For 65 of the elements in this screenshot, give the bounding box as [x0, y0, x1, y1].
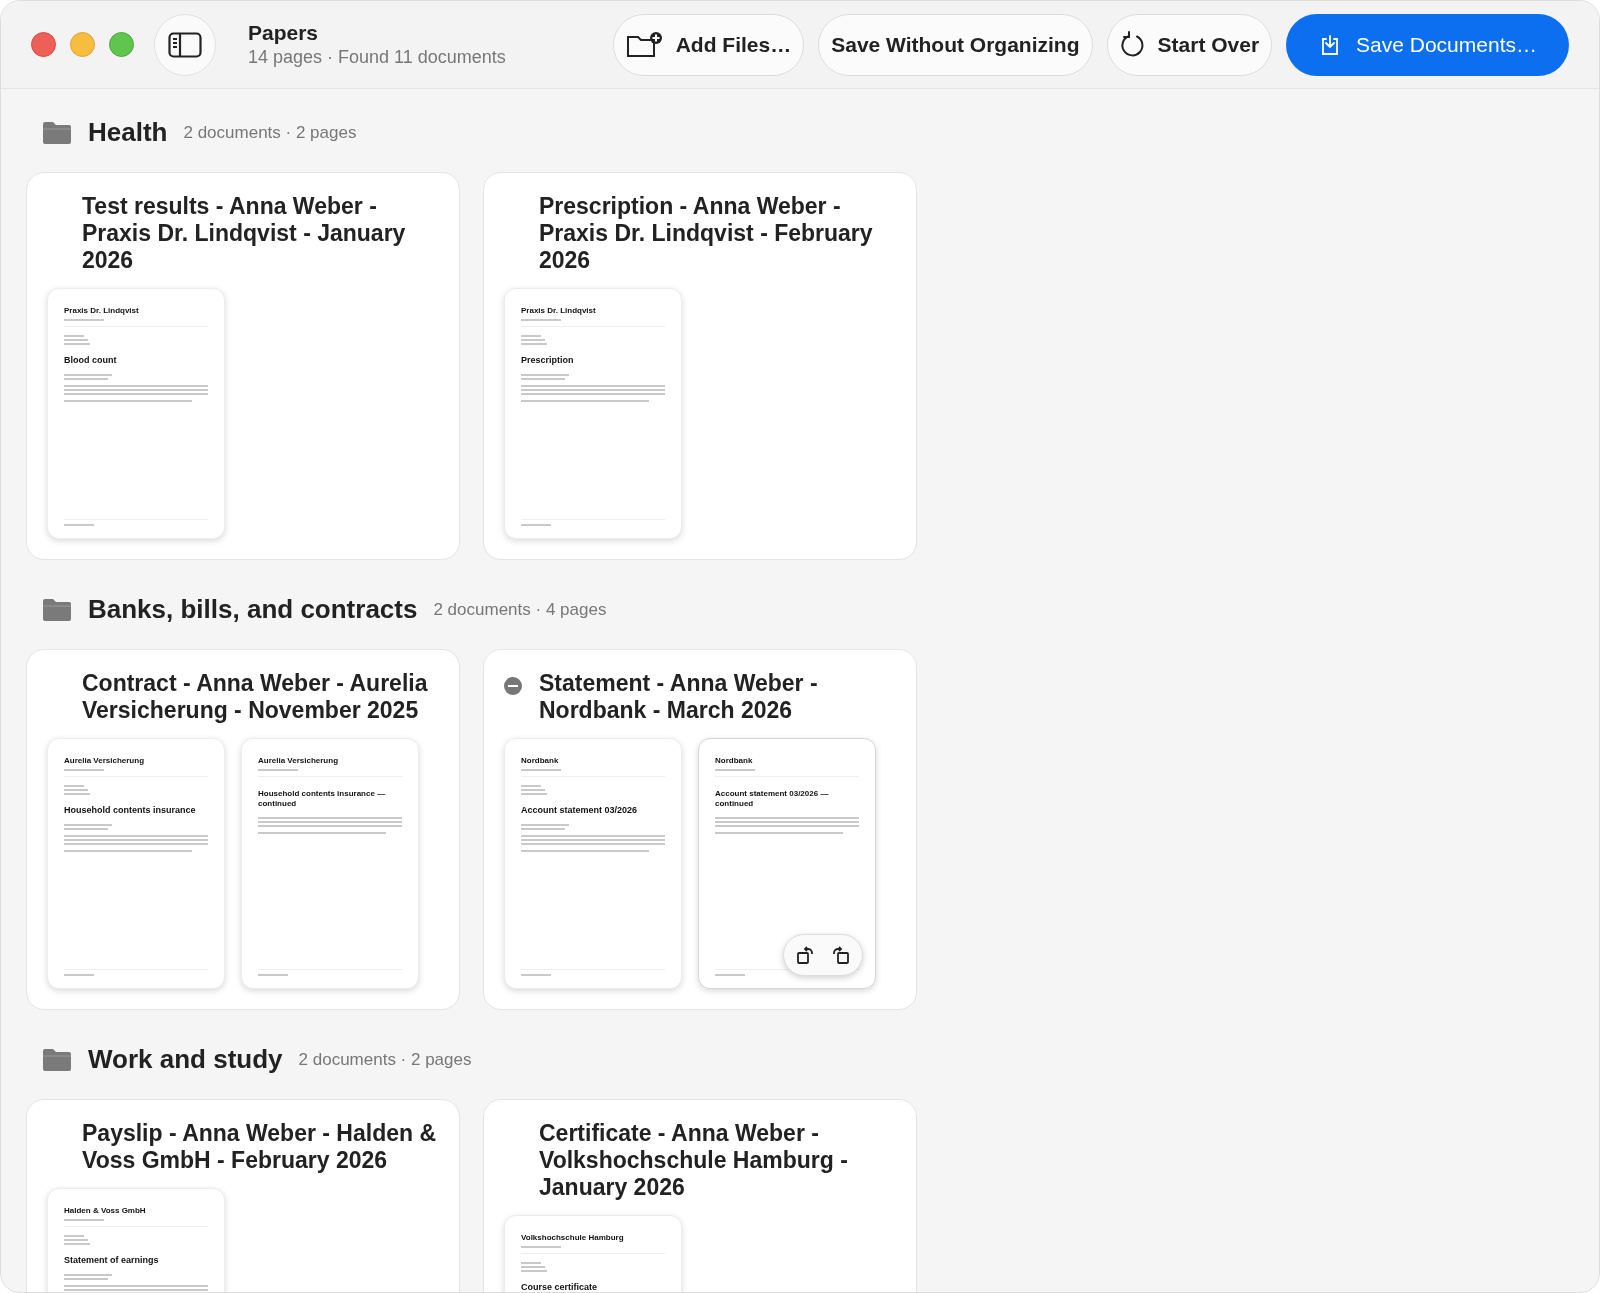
window-subtitle: 14 pages · Found 11 documents [248, 46, 506, 69]
page-thumbnail[interactable]: Praxis Dr. Lindqvist Prescription [504, 288, 682, 539]
document-card[interactable]: Statement - Anna Weber - Nordbank - March 2026 Nordbank Account statement 03/2026 Nordbank Account statement 03/2026 — continued [483, 649, 917, 1010]
document-card[interactable]: Certificate - Anna Weber - Volkshochschule Hamburg - January 2026 Volkshochschule Hamburg Course certificate [483, 1099, 917, 1292]
section-title: Work and study [88, 1043, 283, 1076]
document-title: Prescription - Anna Weber - Praxis Dr. Lindqvist - February 2026 [539, 193, 874, 274]
letterhead-text: Praxis Dr. Lindqvist [64, 307, 140, 315]
page-thumbnail[interactable]: Volkshochschule Hamburg Course certificate [504, 1215, 682, 1292]
save-documents-button[interactable]: Save Documents… [1286, 13, 1569, 76]
document-card[interactable]: Payslip - Anna Weber - Halden & Voss GmbH - February 2026 Halden & Voss GmbH Statement of earnings [26, 1099, 460, 1292]
page-thumbnail[interactable]: Aurelia Versicherung Household contents insurance [47, 738, 225, 989]
page-heading: Account statement 03/2026 [521, 805, 639, 817]
document-title: Statement - Anna Weber - Nordbank - March 2026 [539, 670, 819, 724]
document-title: Test results - Anna Weber - Praxis Dr. Lindqvist - January 2026 [82, 193, 407, 274]
page-thumbnail[interactable]: Aurelia Versicherung Household contents insurance — continued [241, 738, 419, 989]
rotate-right-icon[interactable] [830, 945, 850, 965]
letterhead-text: Volkshochschule Hamburg [521, 1234, 625, 1242]
page-heading: Blood count [64, 355, 118, 367]
page-heading: Household contents insurance [64, 805, 197, 817]
close-window-icon[interactable] [31, 32, 56, 57]
document-card[interactable]: Prescription - Anna Weber - Praxis Dr. Lindqvist - February 2026 Praxis Dr. Lindqvist Prescription [483, 172, 917, 560]
section-title: Banks, bills, and contracts [88, 593, 418, 626]
letterhead-text: Halden & Voss GmbH [64, 1207, 147, 1215]
document-card[interactable]: Contract - Anna Weber - Aurelia Versicherung - November 2025 Aurelia Versicherung Household contents insurance Aurelia Versicherung Household contents insurance — continued [26, 649, 460, 1010]
letterhead-text: Aurelia Versicherung [258, 757, 340, 765]
letterhead-text: Praxis Dr. Lindqvist [521, 307, 597, 315]
section-meta: 2 documents · 2 pages [298, 1048, 472, 1071]
section-meta: 2 documents · 4 pages [433, 598, 607, 621]
letterhead-text: Nordbank [715, 757, 754, 765]
address-drawing [521, 335, 547, 345]
document-card[interactable]: Test results - Anna Weber - Praxis Dr. Lindqvist - January 2026 Praxis Dr. Lindqvist Blood count [26, 172, 460, 560]
page-heading: Prescription [521, 355, 575, 367]
remove-icon[interactable] [504, 677, 522, 695]
letterhead-text: Nordbank [521, 757, 560, 765]
zoom-window-icon[interactable] [109, 32, 134, 57]
page-heading: Household contents insurance — continued [258, 789, 387, 809]
document-title: Certificate - Anna Weber - Volkshochschule Hamburg - January 2026 [539, 1120, 849, 1201]
page-thumbnail[interactable]: Nordbank Account statement 03/2026 — continued [698, 738, 876, 989]
section-meta: 2 documents · 2 pages [183, 121, 357, 144]
toolbar-button[interactable]: Add Files… [612, 13, 805, 76]
page-heading: Course certificate [521, 1282, 599, 1292]
address-drawing [64, 1235, 90, 1245]
address-drawing [521, 1262, 547, 1272]
folder-icon [42, 120, 72, 145]
folder-icon [42, 1047, 72, 1072]
folder-icon [42, 597, 72, 622]
folder-plus-icon [625, 30, 664, 59]
document-title: Payslip - Anna Weber - Halden & Voss GmbH - February 2026 [82, 1120, 438, 1174]
window-title: Papers [248, 20, 320, 47]
page-heading: Account statement 03/2026 — continued [715, 789, 830, 809]
page-thumbnail[interactable]: Nordbank Account statement 03/2026 [504, 738, 682, 989]
address-drawing [64, 335, 90, 345]
sidebar-icon [168, 31, 202, 58]
toolbar-button[interactable]: Save Without Organizing [818, 13, 1093, 76]
page-thumbnail[interactable]: Halden & Voss GmbH Statement of earnings [47, 1188, 225, 1292]
refresh-icon [1119, 30, 1146, 59]
rotate-left-icon[interactable] [796, 945, 816, 965]
section-title: Health [88, 116, 168, 149]
page-heading: Statement of earnings [64, 1255, 160, 1267]
document-title: Contract - Anna Weber - Aurelia Versicherung - November 2025 [82, 670, 429, 724]
address-drawing [521, 785, 547, 795]
toolbar-button[interactable]: Start Over [1106, 13, 1273, 76]
page-thumbnail[interactable]: Praxis Dr. Lindqvist Blood count [47, 288, 225, 539]
address-drawing [64, 785, 90, 795]
letterhead-text: Aurelia Versicherung [64, 757, 146, 765]
